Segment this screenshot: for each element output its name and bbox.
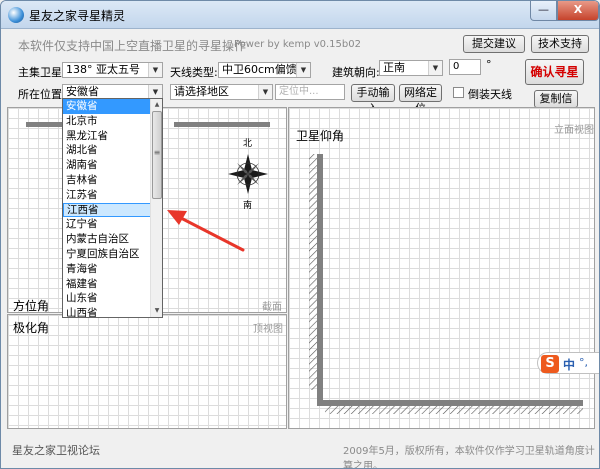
scroll-down-icon[interactable]: ▼ [151,305,162,317]
main-window: 星友之家寻星精灵 — X 本软件仅支持中国上空直播卫星的寻星操作 Power b… [0,0,600,469]
polarization-caption: 极化角 [13,321,50,335]
dropdown-option[interactable]: 安徽省 [63,99,151,114]
dropdown-option[interactable]: 江西省 [63,202,151,218]
antenna-select-value: 中卫60cm偏馈 [222,63,297,76]
wall-hatch [309,154,317,390]
window-title: 星友之家寻星精灵 [29,9,126,23]
tech-support-button[interactable]: 技术支持 [531,35,589,53]
antenna-label: 天线类型: [170,66,218,79]
province-dropdown-list[interactable]: 安徽省 北京市 黑龙江省 湖北省 湖南省 吉林省 江苏省 江西省 辽宁省 内蒙古自治区 宁夏回族自治… [62,98,163,318]
sogou-ime-icon[interactable]: S [541,355,559,373]
forum-link[interactable]: 星友之家卫视论坛 [12,442,100,458]
dropdown-option[interactable]: 湖南省 [63,158,151,173]
copyright-text: 2009年5月，版权所有，本软件仅作学习卫星轨道角度计算之用。 [343,446,595,469]
elevation-panel: 卫星仰角 立面视图 [288,107,595,429]
antenna-select[interactable]: 中卫60cm偏馈 ▼ [218,62,311,78]
scrollbar-thumb[interactable]: ≡ [152,111,162,199]
dropdown-option[interactable]: 山西省 [63,306,151,317]
ime-punctuation-toggle[interactable]: °, [579,356,588,369]
grip-icon: ≡ [153,148,161,157]
inverted-antenna-checkbox[interactable] [453,87,464,98]
app-description: 本软件仅支持中国上空直播卫星的寻星操作 [18,39,247,53]
inverted-antenna-label: 倒装天线 [468,88,512,101]
grid-background [8,315,286,428]
elevation-hint: 立面视图 [554,125,594,136]
dropdown-option[interactable]: 北京市 [63,114,151,129]
dropdown-scrollbar[interactable]: ▲ ≡ ▼ [150,99,162,317]
elevation-diagram [309,154,583,414]
confirm-search-button[interactable]: 确认寻星 [525,59,584,85]
location-label: 所在位置: [18,88,66,101]
azimuth-caption: 方位角 [13,299,50,313]
degree-input[interactable]: 0 [449,59,481,75]
ground-bar [317,400,583,406]
compass-north-label: 北 [243,139,253,149]
province-options: 安徽省 北京市 黑龙江省 湖北省 湖南省 吉林省 江苏省 江西省 辽宁省 内蒙古自治区 宁夏回族自治… [63,99,151,317]
dropdown-option[interactable]: 青海省 [63,262,151,277]
region-select[interactable]: 请选择地区 ▼ [170,84,273,100]
elevation-caption: 卫星仰角 [296,129,345,143]
dish-bar-right [174,122,270,127]
chevron-down-icon: ▼ [258,85,272,99]
ground-hatch [325,406,583,414]
chevron-down-icon: ▼ [296,63,310,77]
chevron-down-icon: ▼ [428,61,442,75]
dropdown-option[interactable]: 山东省 [63,291,151,306]
wall-bar [317,154,323,400]
ime-toolbar[interactable]: S 中 °, [537,352,599,374]
degree-unit: ° [486,58,492,71]
dropdown-option[interactable]: 宁夏回族自治区 [63,247,151,262]
polarization-panel: 极化角 顶视图 [7,314,287,429]
compass-rose-icon [228,154,268,194]
azimuth-hint: 截面 [262,302,282,313]
chevron-down-icon: ▼ [148,85,162,99]
title-bar[interactable]: 星友之家寻星精灵 — X [1,1,599,29]
satellite-label: 主集卫星: [18,66,66,79]
dropdown-option[interactable]: 湖北省 [63,143,151,158]
dropdown-option[interactable]: 江苏省 [63,188,151,203]
satellite-select[interactable]: 138° 亚太五号 ▼ [62,62,163,78]
manual-input-button[interactable]: 手动输入 [351,84,395,115]
region-select-value: 请选择地区 [174,85,229,98]
network-locate-button[interactable]: 网络定位 [399,84,442,115]
locate-input[interactable]: 定位中... [275,84,345,100]
orientation-select[interactable]: 正南 ▼ [379,60,443,76]
dropdown-option[interactable]: 福建省 [63,277,151,292]
chevron-down-icon: ▼ [148,63,162,77]
province-select-value: 安徽省 [66,85,99,98]
minimize-button[interactable]: — [530,1,557,21]
scroll-up-icon[interactable]: ▲ [151,99,162,111]
ime-language-toggle[interactable]: 中 [563,356,575,373]
copy-info-button[interactable]: 复制信息 [534,90,578,121]
orientation-label: 建筑朝向: [332,66,380,79]
dropdown-option[interactable]: 内蒙古自治区 [63,232,151,247]
dropdown-option[interactable]: 吉林省 [63,173,151,188]
close-button[interactable]: X [557,1,599,21]
polarization-hint: 顶视图 [253,324,283,335]
compass-south-label: 南 [243,201,253,211]
submit-feedback-button[interactable]: 提交建议 [463,35,525,53]
orientation-select-value: 正南 [383,61,405,74]
satellite-select-value: 138° 亚太五号 [66,63,140,76]
dropdown-option[interactable]: 辽宁省 [63,217,151,232]
app-satellite-icon [8,7,24,23]
dropdown-option[interactable]: 黑龙江省 [63,129,151,144]
version-label: Power by kemp v0.15b02 [234,39,361,50]
